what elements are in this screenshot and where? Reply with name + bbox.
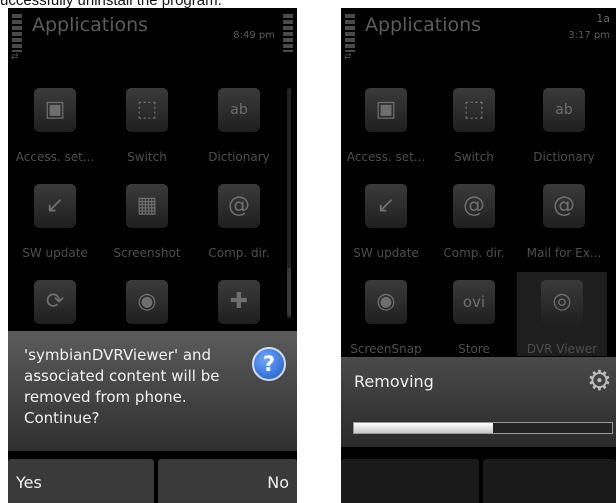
app-label: Store	[458, 342, 490, 356]
app-label: Comp. dir.	[208, 246, 270, 260]
page-title: Applications	[32, 14, 149, 36]
page-title: Applications	[365, 14, 482, 36]
mail-icon: @	[543, 184, 585, 228]
switch-icon: ⬚	[453, 88, 495, 132]
app-label: Dictionary	[208, 150, 270, 164]
app-tile[interactable]: ovi Store	[429, 272, 519, 356]
app-tile[interactable]: ↙ SW update	[341, 176, 431, 260]
progress-label: Removing	[354, 372, 434, 391]
question-icon: ?	[252, 347, 286, 381]
app-tile[interactable]: @ Mail for Ex...	[519, 176, 609, 260]
app-tile[interactable]: ab Dictionary	[519, 80, 609, 164]
dialog-message: 'symbianDVRViewer' and associated conten…	[24, 346, 220, 427]
yes-button[interactable]: Yes	[8, 459, 154, 503]
phone-screen-left: ⇄ Applications 8:49 pm ▣ Access. set... …	[8, 8, 297, 503]
progress-bar	[353, 422, 613, 434]
phone-screen-right: ⇄ Applications 1a 3:17 pm ▣ Access. set.…	[341, 8, 616, 503]
app-label: DVR Viewer	[526, 342, 598, 356]
clock: 3:17 pm	[568, 30, 610, 41]
comp-dir-icon: @	[218, 184, 260, 228]
app-label: ScreenSnap	[350, 342, 422, 356]
battery-icon	[283, 14, 293, 52]
progress-dialog: Removing ⚙	[341, 357, 616, 447]
app-label: Access. set...	[15, 150, 95, 164]
status-bar: ⇄ Applications 8:49 pm	[8, 8, 297, 70]
app-tile[interactable]: ◉ ScreenSnap	[341, 272, 431, 356]
right-softkey[interactable]	[483, 459, 616, 503]
access-settings-icon: ▣	[34, 88, 76, 132]
confirm-dialog: 'symbianDVRViewer' and associated conten…	[8, 331, 297, 451]
camera-icon: ◉	[365, 280, 407, 324]
app-tile[interactable]: @ Comp. dir.	[429, 176, 519, 260]
app-label: SW update	[353, 246, 419, 260]
gear-icon: ⚙	[586, 364, 612, 397]
scrollbar-thumb[interactable]	[287, 268, 291, 316]
status-bar: ⇄ Applications 1a 3:17 pm	[341, 8, 616, 70]
left-softkey[interactable]	[341, 459, 479, 503]
dictionary-icon: ab	[218, 88, 260, 132]
app-tile[interactable]: ⬚ Switch	[429, 80, 519, 164]
sync-icon: ⟳	[34, 280, 76, 324]
dvr-viewer-icon: ◎	[541, 280, 583, 324]
app-label: SW update	[22, 246, 88, 260]
status-indicator: 1a	[596, 12, 610, 25]
app-label: Switch	[454, 150, 494, 164]
network-icon: ⇄	[344, 52, 352, 62]
screenshot-icon: ▦	[126, 184, 168, 228]
app-tile[interactable]: ⬚ Switch	[102, 80, 192, 164]
app-label: Access. set...	[346, 150, 426, 164]
app-label: Comp. dir.	[443, 246, 505, 260]
app-tile[interactable]: ▣ Access. set...	[10, 80, 100, 164]
signal-strength-icon	[12, 14, 22, 52]
progress-bar-fill	[354, 423, 494, 433]
app-tile[interactable]: ▦ Screenshot	[102, 176, 192, 260]
app-tile[interactable]: ↙ SW update	[10, 176, 100, 260]
sw-update-icon: ↙	[34, 184, 76, 228]
access-settings-icon: ▣	[365, 88, 407, 132]
app-label: Screenshot	[113, 246, 181, 260]
scrollbar[interactable]	[287, 88, 291, 318]
dictionary-icon: ab	[543, 88, 585, 132]
app-tile[interactable]: ▣ Access. set...	[341, 80, 431, 164]
app-label: Dictionary	[533, 150, 595, 164]
app-tile[interactable]: ab Dictionary	[194, 80, 284, 164]
signal-strength-icon	[345, 14, 355, 52]
no-button[interactable]: No	[158, 459, 297, 503]
app-tile-selected[interactable]: ◎ DVR Viewer	[517, 272, 607, 356]
puzzle-icon: ✚	[218, 280, 260, 324]
sw-update-icon: ↙	[365, 184, 407, 228]
comp-dir-icon: @	[453, 184, 495, 228]
app-tile[interactable]: @ Comp. dir.	[194, 176, 284, 260]
clock: 8:49 pm	[233, 30, 275, 41]
switch-icon: ⬚	[126, 88, 168, 132]
network-icon: ⇄	[11, 52, 19, 62]
camera-icon: ◉	[126, 280, 168, 324]
caption-text: uccessfully uninstall the program.	[0, 0, 616, 8]
ovi-store-icon: ovi	[453, 280, 495, 324]
app-label: Switch	[127, 150, 167, 164]
app-label: Mail for Ex...	[526, 246, 602, 260]
